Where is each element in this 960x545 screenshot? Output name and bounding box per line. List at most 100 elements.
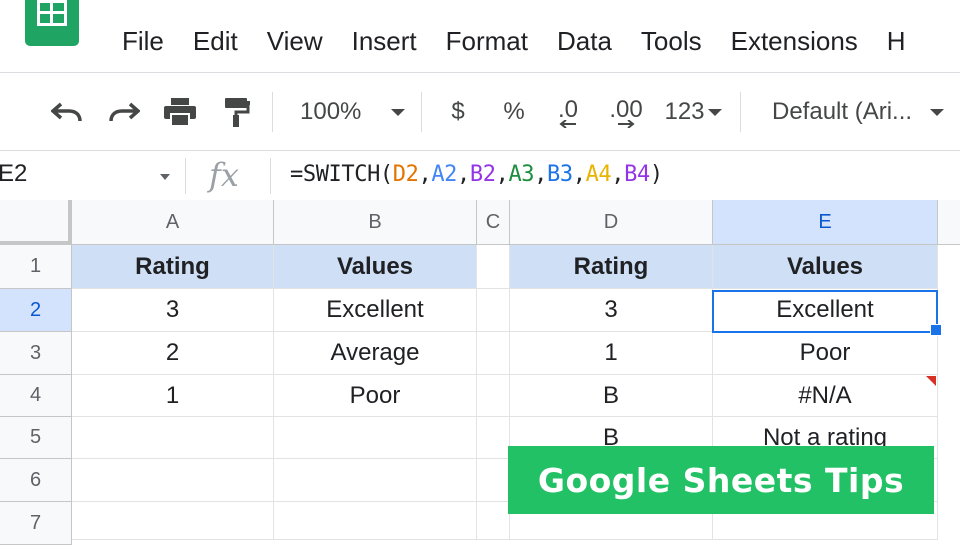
column-header-b[interactable]: B [274, 200, 477, 245]
menu-format[interactable]: Format [446, 24, 528, 60]
increase-decimal-button[interactable]: .00 [604, 94, 648, 130]
formula-token: , [457, 162, 470, 187]
cell-a3[interactable]: 2 [72, 332, 274, 375]
cell-d2[interactable]: 3 [510, 289, 713, 332]
menu-insert[interactable]: Insert [352, 24, 417, 60]
fill-handle[interactable] [930, 324, 942, 336]
function-icon: fx [209, 156, 239, 194]
banner-text: Google Sheets Tips [537, 460, 905, 500]
column-header-e[interactable]: E [713, 200, 938, 245]
formula-token: , [418, 162, 432, 187]
row-header-4[interactable]: 4 [0, 375, 72, 417]
formula-token: , [534, 162, 548, 187]
row-header-7[interactable]: 7 [0, 502, 72, 545]
column-header-c[interactable]: C [477, 200, 510, 245]
row-header-1[interactable]: 1 [0, 245, 72, 289]
cell-d1[interactable]: Rating [510, 245, 713, 289]
cell-b4[interactable]: Poor [274, 375, 477, 417]
cell-a7[interactable] [72, 502, 274, 540]
select-all-corner[interactable] [0, 200, 72, 245]
cell-b5[interactable] [274, 417, 477, 459]
cell-c1[interactable] [477, 245, 510, 289]
menu-view[interactable]: View [267, 24, 323, 60]
cell-e1[interactable]: Values [713, 245, 938, 289]
row-header-3[interactable]: 3 [0, 332, 72, 375]
redo-icon[interactable] [105, 94, 143, 130]
menu-divider [0, 72, 960, 73]
percent-button[interactable]: % [500, 94, 528, 130]
error-indicator-icon[interactable] [926, 376, 936, 386]
toolbar: 100% $ % .0 .00 123 Default (Ari... [0, 76, 960, 148]
formula-token: B3 [547, 162, 573, 187]
chevron-down-icon [930, 108, 945, 116]
print-icon[interactable] [160, 94, 200, 130]
menu-edit[interactable]: Edit [193, 24, 238, 60]
font-value: Default (Ari... [772, 98, 913, 125]
chevron-down-icon [391, 108, 406, 116]
formula-bar: E2 fx =SWITCH(D2,A2,B2,A3,B3,A4,B4) [0, 152, 960, 200]
cell-e3[interactable]: Poor [713, 332, 938, 375]
formula-token: B2 [469, 162, 496, 187]
zoom-select[interactable]: 100% [300, 94, 410, 130]
chevron-down-icon [707, 108, 722, 116]
more-formats-label: 123 [664, 98, 705, 125]
cell-b2[interactable]: Excellent [274, 289, 477, 332]
undo-icon[interactable] [48, 94, 86, 130]
zoom-value: 100% [300, 98, 362, 125]
formula-token: A2 [431, 162, 458, 187]
toolbar-divider [272, 92, 273, 132]
cell-a1[interactable]: Rating [72, 245, 274, 289]
column-header-d[interactable]: D [510, 200, 713, 245]
cell-b3[interactable]: Average [274, 332, 477, 375]
cell-c4[interactable] [477, 375, 510, 417]
cell-c2[interactable] [477, 289, 510, 332]
formula-divider [185, 158, 186, 194]
formula-token: , [611, 162, 625, 187]
google-sheets-icon[interactable] [25, 0, 79, 46]
menu-extensions[interactable]: Extensions [731, 24, 858, 60]
menu-data[interactable]: Data [557, 24, 612, 60]
cell-b1[interactable]: Values [274, 245, 477, 289]
row-header-6[interactable]: 6 [0, 459, 72, 502]
name-box[interactable]: E2 [0, 160, 27, 188]
formula-token: =SWITCH( [290, 162, 393, 187]
menu-help[interactable]: H [887, 24, 906, 60]
formula-input[interactable]: =SWITCH(D2,A2,B2,A3,B3,A4,B4) [290, 162, 663, 187]
paint-format-icon[interactable] [218, 94, 256, 130]
formula-token: A4 [585, 162, 612, 187]
toolbar-divider-line [0, 150, 960, 151]
cell-b7[interactable] [274, 502, 477, 540]
cell-a2[interactable]: 3 [72, 289, 274, 332]
cell-b6[interactable] [274, 459, 477, 502]
more-formats-button[interactable]: 123 [660, 94, 726, 130]
cell-c6[interactable] [477, 459, 510, 502]
cell-a5[interactable] [72, 417, 274, 459]
arrow-left-icon [559, 120, 576, 128]
cell-d4[interactable]: B [510, 375, 713, 417]
title-banner: Google Sheets Tips [508, 446, 934, 514]
menu-tools[interactable]: Tools [641, 24, 702, 60]
cell-d3[interactable]: 1 [510, 332, 713, 375]
arrow-right-icon [618, 120, 635, 128]
cell-e4[interactable]: #N/A [713, 375, 938, 417]
active-cell-selection [712, 290, 938, 333]
row-header-5[interactable]: 5 [0, 417, 72, 459]
chevron-down-icon[interactable] [160, 174, 170, 180]
toolbar-divider [421, 92, 422, 132]
cell-c3[interactable] [477, 332, 510, 375]
cell-c5[interactable] [477, 417, 510, 459]
menu-bar: File Edit View Insert Format Data Tools … [122, 24, 935, 60]
menu-file[interactable]: File [122, 24, 164, 60]
formula-token: D2 [392, 162, 419, 187]
column-header-f[interactable] [938, 200, 960, 245]
cell-a4[interactable]: 1 [72, 375, 274, 417]
column-header-a[interactable]: A [72, 200, 274, 245]
row-header-2[interactable]: 2 [0, 289, 72, 332]
currency-button[interactable]: $ [444, 94, 472, 130]
formula-token: B4 [624, 162, 650, 187]
formula-divider [270, 158, 271, 194]
cell-c7[interactable] [477, 502, 510, 540]
decrease-decimal-button[interactable]: .0 [550, 94, 586, 130]
cell-a6[interactable] [72, 459, 274, 502]
font-select[interactable]: Default (Ari... [772, 94, 960, 130]
